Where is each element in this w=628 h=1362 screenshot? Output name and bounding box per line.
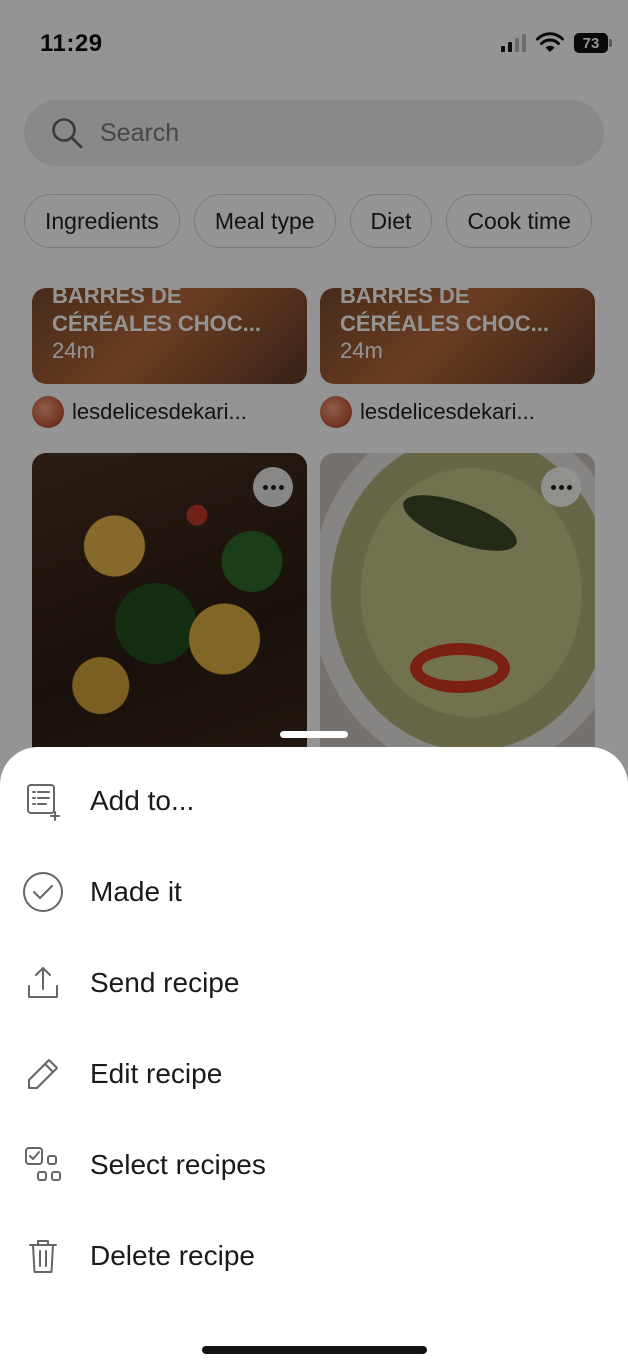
- menu-item-label: Select recipes: [90, 1149, 266, 1180]
- select-grid-icon: [22, 1144, 64, 1186]
- list-add-icon: [22, 780, 64, 822]
- menu-item-label: Made it: [90, 876, 182, 907]
- menu-item-send-recipe[interactable]: Send recipe: [0, 943, 628, 1023]
- trash-icon: [22, 1235, 64, 1277]
- home-indicator[interactable]: [202, 1346, 427, 1354]
- menu-item-edit-recipe[interactable]: Edit recipe: [0, 1034, 628, 1114]
- pencil-icon: [22, 1053, 64, 1095]
- menu-item-label: Add to...: [90, 785, 195, 816]
- menu-item-label: Delete recipe: [90, 1240, 255, 1271]
- menu-item-delete-recipe[interactable]: Delete recipe: [0, 1216, 628, 1296]
- menu-item-label: Edit recipe: [90, 1058, 223, 1089]
- menu-item-label: Send recipe: [90, 967, 240, 998]
- menu-item-select-recipes[interactable]: Select recipes: [0, 1125, 628, 1205]
- menu-item-made-it[interactable]: Made it: [0, 852, 628, 932]
- menu-item-add-to[interactable]: Add to...: [0, 761, 628, 841]
- check-circle-icon: [22, 871, 64, 913]
- sheet-grabber-handle[interactable]: [280, 731, 348, 738]
- share-icon: [22, 962, 64, 1004]
- action-sheet: Add to... Made it Send recipe Edit recip…: [0, 747, 628, 1362]
